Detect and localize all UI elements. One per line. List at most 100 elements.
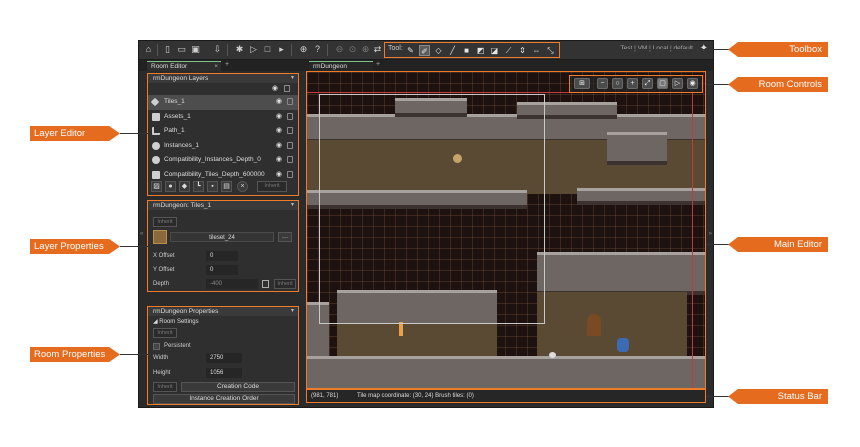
zoom-out-icon[interactable]: − <box>597 78 608 89</box>
lock-icon[interactable] <box>287 112 293 120</box>
home-icon[interactable]: ⌂ <box>142 43 155 56</box>
rectangle-icon[interactable]: ■ <box>461 45 472 56</box>
eye-icon[interactable]: ◉ <box>276 110 282 124</box>
tab-room-editor[interactable]: Room Editor × <box>147 61 221 71</box>
depth-field[interactable]: -400 <box>206 279 258 289</box>
close-icon[interactable]: × <box>214 62 218 72</box>
add-instance-layer-icon[interactable]: ● <box>165 181 176 192</box>
eye-icon[interactable]: ◉ <box>276 95 282 109</box>
line-icon[interactable]: ╱ <box>447 45 458 56</box>
tileset-more-button[interactable]: … <box>278 232 292 242</box>
lock-icon[interactable] <box>287 127 293 134</box>
room-canvas[interactable]: ⊞ − ○ + ⤢ ▢ ▷ ◉ <box>306 71 706 389</box>
callout-line <box>120 354 148 355</box>
collapse-left-icon[interactable]: « <box>140 231 143 237</box>
rotate-icon[interactable]: ⤡ <box>545 45 556 56</box>
add-background-layer-icon[interactable]: ▨ <box>151 181 162 192</box>
layer-item[interactable]: Assets_1 ◉ <box>148 110 298 125</box>
eye-icon[interactable]: ◉ <box>276 153 282 167</box>
inherit-button[interactable]: Inherit <box>257 181 287 192</box>
fit-screen-icon[interactable]: ⤢ <box>642 78 653 89</box>
export-icon[interactable]: ⇩ <box>211 43 224 56</box>
eraser-icon[interactable]: ◇ <box>433 45 444 56</box>
target-icon[interactable]: ⊕ <box>297 43 310 56</box>
add-asset-layer-icon[interactable]: ▪ <box>207 181 218 192</box>
inherit-button[interactable]: Inherit <box>274 279 296 289</box>
instance-creation-order-button[interactable]: Instance Creation Order <box>153 394 295 404</box>
zoom-reset-icon[interactable]: ○ <box>612 78 623 89</box>
camera-icon[interactable]: ◉ <box>687 78 698 89</box>
delete-layer-icon[interactable]: × <box>237 181 248 192</box>
collapse-right-icon[interactable]: » <box>709 231 712 237</box>
add-folder-icon[interactable]: ▤ <box>221 181 232 192</box>
zoom-reset-icon[interactable]: ⊙ <box>346 43 359 56</box>
debug-icon[interactable]: ✱ <box>233 43 246 56</box>
add-tab-icon[interactable]: + <box>223 60 231 70</box>
stop-icon[interactable]: □ <box>261 43 274 56</box>
tileset-thumbnail <box>153 230 167 244</box>
separator <box>291 44 292 56</box>
play-icon[interactable]: ▷ <box>247 43 260 56</box>
zoom-out-icon[interactable]: ⊖ <box>333 43 346 56</box>
open-folder-icon[interactable]: ▭ <box>175 43 188 56</box>
bucket-icon[interactable]: ◪ <box>489 45 500 56</box>
zoom-in-icon[interactable]: + <box>627 78 638 89</box>
width-field[interactable]: 2750 <box>206 353 242 363</box>
eye-icon[interactable]: ◉ <box>276 124 282 138</box>
lock-icon[interactable] <box>287 156 293 163</box>
lock-icon[interactable] <box>287 98 293 105</box>
layer-item[interactable]: Instances_1 ◉ <box>148 139 298 154</box>
room-settings-label: Room Settings <box>159 319 199 325</box>
callout-line <box>120 133 148 134</box>
layer-item[interactable]: Tiles_1 ◉ <box>148 95 298 110</box>
x-offset-field[interactable]: 0 <box>206 251 238 261</box>
layer-item[interactable]: Path_1 ◉ <box>148 124 298 139</box>
callout-layer-editor: Layer Editor <box>30 126 120 141</box>
layer-item[interactable]: Compatibility_Instances_Depth_0 ◉ <box>148 153 298 168</box>
lock-icon[interactable] <box>262 280 269 288</box>
clean-icon[interactable]: ▸ <box>275 43 288 56</box>
eye-icon[interactable]: ◉ <box>276 139 282 153</box>
flip-horizontal-icon[interactable]: ⇔ <box>531 45 542 56</box>
y-offset-field[interactable]: 0 <box>206 265 238 275</box>
add-path-layer-icon[interactable]: ┗ <box>193 181 204 192</box>
eye-icon[interactable]: ◉ <box>272 84 278 92</box>
add-tab-icon[interactable]: + <box>374 60 382 70</box>
inherit-button[interactable]: Inherit <box>153 382 177 392</box>
new-file-icon[interactable]: ▯ <box>161 43 174 56</box>
chevron-down-icon[interactable]: ▾ <box>291 74 294 83</box>
inherit-button[interactable]: Inherit <box>153 328 177 338</box>
pencil-icon[interactable]: ✎ <box>405 45 416 56</box>
inherit-button[interactable]: Inherit <box>153 217 177 227</box>
add-tile-layer-icon[interactable]: ◆ <box>179 181 190 192</box>
tile-layer-icon <box>150 97 160 107</box>
flip-vertical-icon[interactable]: ⇕ <box>517 45 528 56</box>
fill-icon[interactable]: ◩ <box>475 45 486 56</box>
callout-room-controls: Room Controls <box>728 77 828 92</box>
picker-icon[interactable]: ⟋ <box>503 45 514 56</box>
swap-icon[interactable]: ⇄ <box>371 43 384 56</box>
creation-code-button[interactable]: Creation Code <box>181 382 295 392</box>
eye-icon[interactable]: ◉ <box>276 168 282 182</box>
layer-label: Tiles_1 <box>164 98 185 105</box>
persistent-checkbox[interactable] <box>153 343 160 350</box>
chevron-down-icon[interactable]: ▾ <box>291 201 294 210</box>
frame-icon[interactable]: ▢ <box>657 78 668 89</box>
callout-room-properties: Room Properties <box>30 347 120 362</box>
tab-rmdungeon[interactable]: rmDungeon <box>309 61 373 71</box>
save-icon[interactable]: ▣ <box>189 43 202 56</box>
lock-icon[interactable] <box>284 85 290 92</box>
help-icon[interactable]: ? <box>311 43 324 56</box>
layer-label: Path_1 <box>164 127 185 134</box>
chevron-down-icon[interactable]: ▾ <box>291 307 294 316</box>
play-icon[interactable]: ▷ <box>672 78 683 89</box>
room-settings-header[interactable]: ◢ Room Settings <box>153 318 199 325</box>
layer-item[interactable]: Compatibility_Tiles_Depth_600000 ◉ <box>148 168 298 183</box>
lock-icon[interactable] <box>287 141 293 149</box>
brush-icon[interactable]: ✐ <box>419 45 430 56</box>
grid-icon[interactable]: ⊞ <box>574 78 590 89</box>
lock-icon[interactable] <box>287 170 293 178</box>
height-field[interactable]: 1056 <box>206 368 242 378</box>
tileset-selector[interactable]: tileset_24 <box>170 232 274 242</box>
layer-label: Assets_1 <box>164 112 191 120</box>
